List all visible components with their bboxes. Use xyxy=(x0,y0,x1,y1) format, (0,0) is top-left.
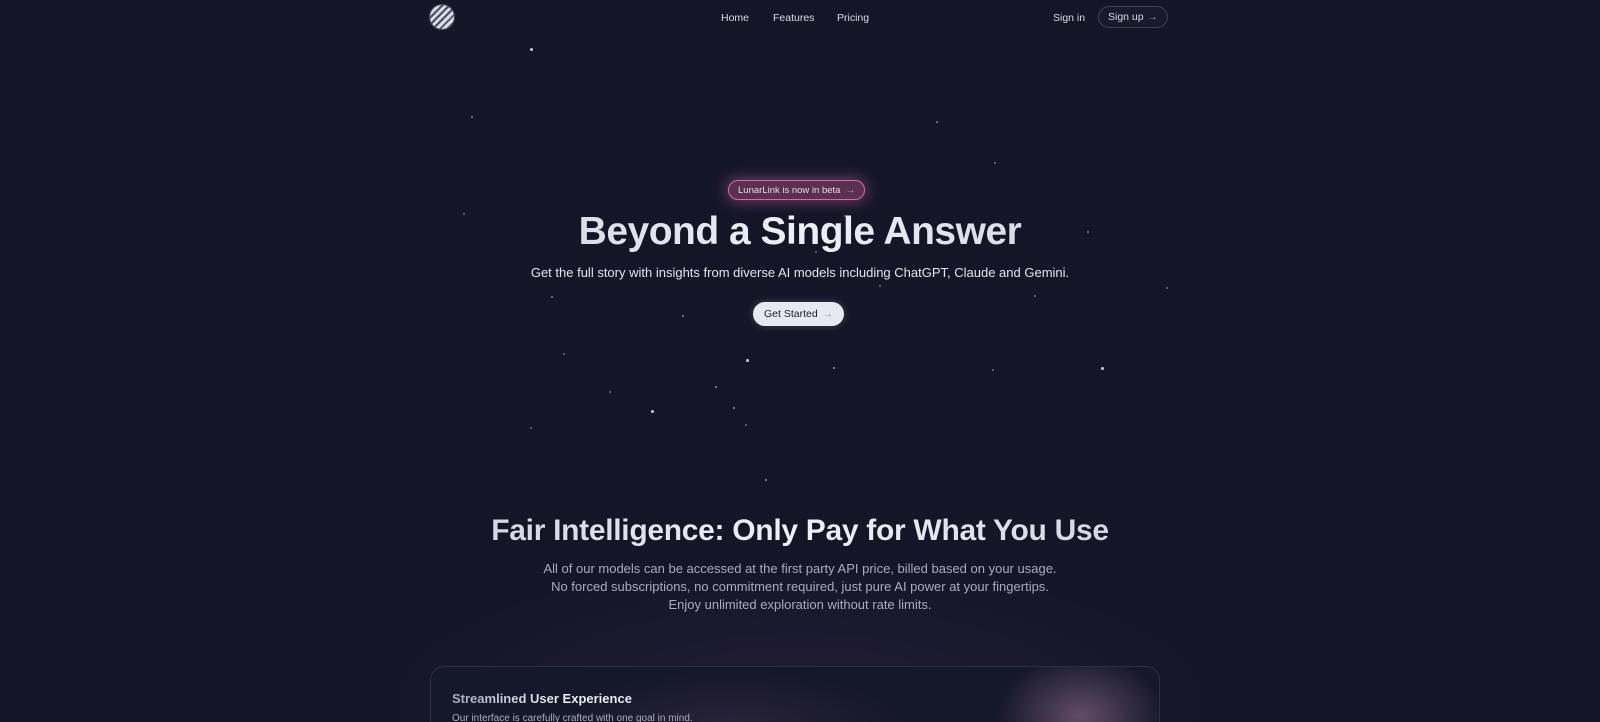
beta-badge-label: LunarLink is now in beta xyxy=(738,184,841,196)
hero-title: Beyond a Single Answer xyxy=(0,210,1600,254)
nav-link-pricing[interactable]: Pricing xyxy=(837,12,869,24)
pricing-title: Fair Intelligence: Only Pay for What You… xyxy=(0,514,1600,548)
star-dot xyxy=(1034,295,1036,297)
star-dot xyxy=(1101,367,1104,370)
logo-icon[interactable] xyxy=(430,5,454,29)
star-dot xyxy=(992,369,994,371)
star-dot xyxy=(745,424,747,426)
star-dot xyxy=(833,367,835,369)
star-dot xyxy=(765,479,767,481)
pricing-line-3: Enjoy unlimited exploration without rate… xyxy=(668,597,932,612)
sign-up-button[interactable]: Sign up → xyxy=(1098,6,1168,28)
hero-subtitle: Get the full story with insights from di… xyxy=(530,265,1070,280)
star-dot xyxy=(1166,287,1168,289)
get-started-button[interactable]: Get Started → xyxy=(753,302,844,326)
star-dot xyxy=(530,427,532,429)
nav-link-home[interactable]: Home xyxy=(721,12,749,24)
star-dot xyxy=(879,285,881,287)
arrow-right-icon: → xyxy=(822,308,833,320)
sign-in-link[interactable]: Sign in xyxy=(1053,12,1085,24)
arrow-right-icon: → xyxy=(845,184,856,196)
star-dot xyxy=(530,48,533,51)
pricing-line-1: All of our models can be accessed at the… xyxy=(543,561,1057,576)
nav-link-features[interactable]: Features xyxy=(773,12,814,24)
star-dot xyxy=(563,353,565,355)
pricing-line-2: No forced subscriptions, no commitment r… xyxy=(551,579,1049,594)
feature-card-subtitle: Our interface is carefully crafted with … xyxy=(452,713,693,722)
star-dot xyxy=(746,359,749,362)
star-dot xyxy=(936,121,938,123)
feature-card-title: Streamlined User Experience xyxy=(452,691,632,706)
star-dot xyxy=(551,296,553,298)
star-dot xyxy=(682,315,684,317)
landing-page: Home Features Pricing Sign in Sign up → … xyxy=(0,0,1600,722)
star-dot xyxy=(609,391,611,393)
sign-up-label: Sign up xyxy=(1108,11,1144,23)
get-started-label: Get Started xyxy=(764,308,818,320)
star-dot xyxy=(733,407,735,409)
star-dot xyxy=(651,410,654,413)
arrow-right-icon: → xyxy=(1147,11,1158,23)
star-dot xyxy=(471,116,473,118)
star-dot xyxy=(994,162,996,164)
beta-badge[interactable]: LunarLink is now in beta → xyxy=(728,180,866,200)
feature-card: Streamlined User Experience Our interfac… xyxy=(430,666,1160,722)
star-dot xyxy=(715,386,717,388)
